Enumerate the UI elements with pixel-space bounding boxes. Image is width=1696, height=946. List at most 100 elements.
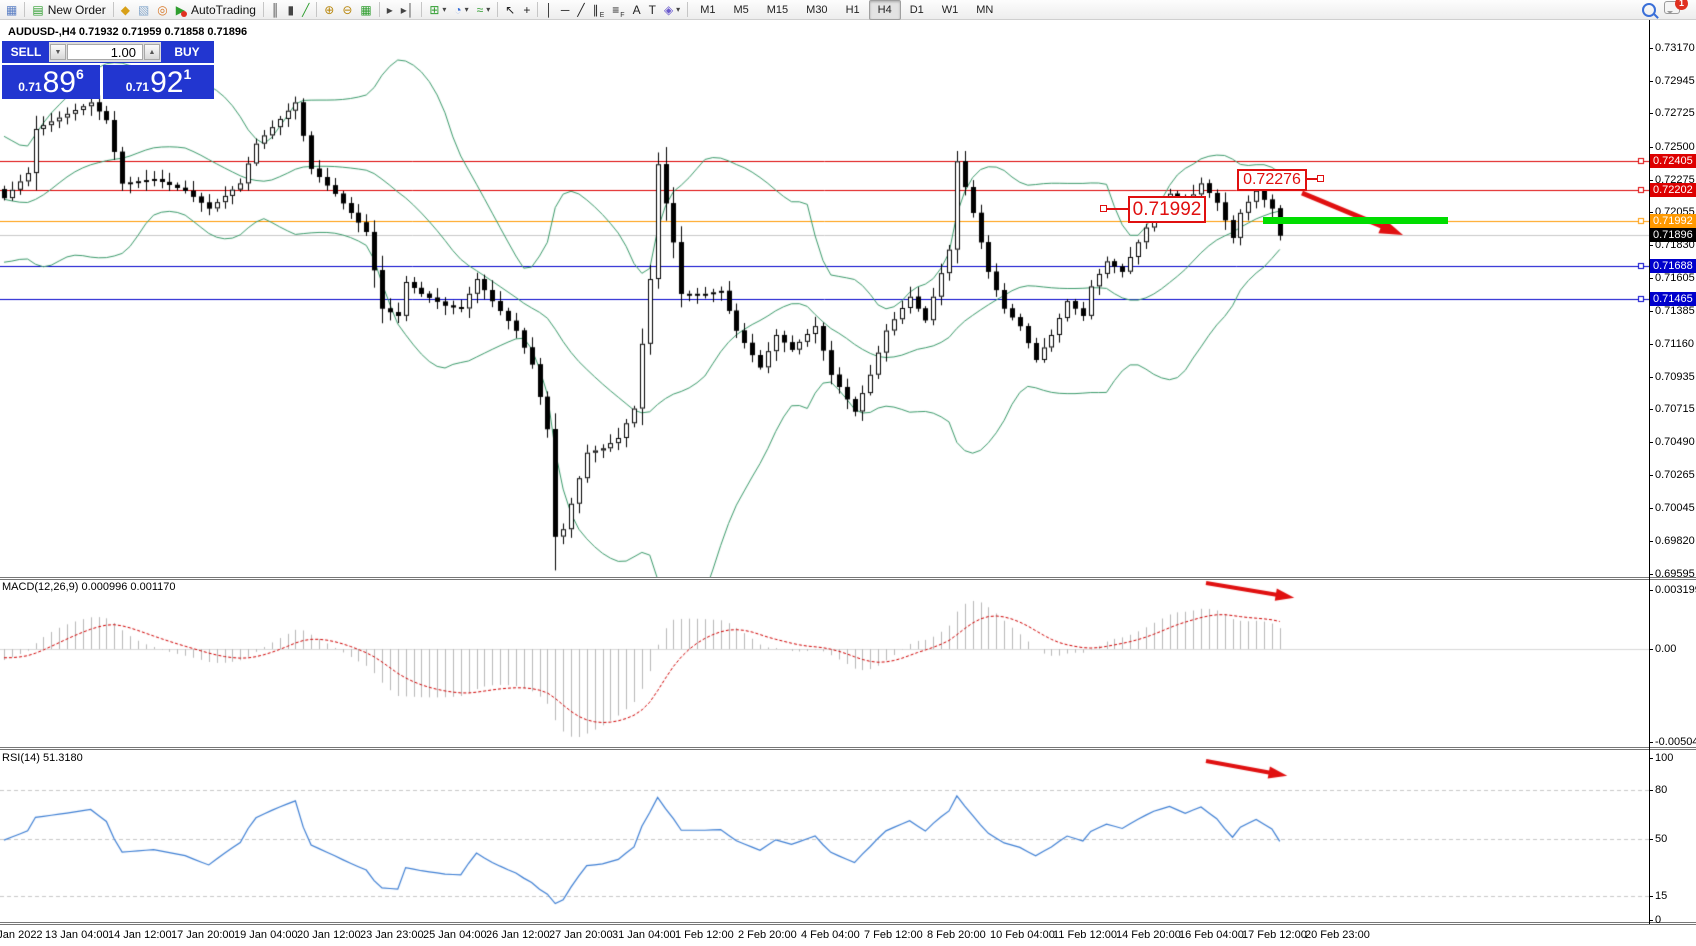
tf-m30-label: M30 — [801, 4, 832, 16]
tile-windows-button[interactable]: ▦ — [356, 0, 375, 20]
axis-tick — [1649, 920, 1653, 921]
profiles-icon: ▧ — [138, 4, 149, 16]
line-chart-button[interactable]: ╱ — [298, 0, 313, 20]
tf-m5[interactable]: M5 — [724, 0, 757, 20]
tf-h4[interactable]: H4 — [869, 0, 901, 20]
candlestick-chart-button[interactable]: ▮ — [283, 0, 298, 20]
toolbar-separator — [263, 2, 264, 17]
tf-m1[interactable]: M1 — [691, 0, 724, 20]
chart-shift-button[interactable]: ▸│ — [397, 0, 419, 20]
macd-panel-canvas[interactable] — [0, 580, 1649, 748]
vertical-line-button[interactable]: │ — [541, 0, 557, 20]
signals-button[interactable]: ◎ — [153, 0, 171, 20]
time-axis-label: 1 Feb 12:00 — [675, 929, 734, 941]
axis-tick — [1649, 442, 1653, 443]
axis-tick-label: 0.70935 — [1655, 371, 1695, 383]
arrows-shapes-caret: ▾ — [676, 5, 680, 14]
time-axis-label: 2 Feb 20:00 — [738, 929, 797, 941]
bar-chart-button[interactable]: ║ — [267, 0, 284, 20]
panel-separator[interactable] — [0, 579, 1696, 580]
sell-price-big: 89 — [43, 69, 76, 97]
trendline-button[interactable]: ╱ — [573, 0, 588, 20]
equidistant-channel-button[interactable]: ∥E — [589, 0, 609, 20]
toolbar-separator — [113, 2, 114, 17]
sell-price[interactable]: 0.71 89 6 — [2, 65, 100, 99]
volume-down-button[interactable]: ▼ — [50, 44, 66, 60]
text-button[interactable]: A — [629, 0, 645, 20]
time-axis-label: 25 Jan 04:00 — [423, 929, 487, 941]
period-selector-button[interactable]: ◔▾ — [450, 0, 472, 20]
panel-separator[interactable] — [0, 922, 1696, 923]
zoom-out-button[interactable]: ⊖ — [338, 0, 356, 20]
toolbar-separator — [379, 2, 380, 17]
time-axis-label: 7 Feb 12:00 — [864, 929, 923, 941]
axis-tick — [1649, 180, 1653, 181]
panel-separator[interactable] — [0, 577, 1696, 578]
tf-h4-label: H4 — [873, 4, 897, 16]
buy-button[interactable]: BUY — [161, 42, 213, 62]
autotrading-button[interactable]: ▶AutoTrading — [172, 0, 260, 20]
fibonacci-button[interactable]: ≡F — [608, 0, 628, 20]
axis-tick-label: -0.005049 — [1655, 736, 1696, 748]
price-annotation-71992[interactable]: 0.71992 — [1128, 196, 1206, 223]
tf-w1[interactable]: W1 — [933, 0, 968, 20]
tf-d1[interactable]: D1 — [901, 0, 933, 20]
axis-tick-label: 80 — [1655, 784, 1667, 796]
rsi-panel-canvas[interactable] — [0, 750, 1649, 922]
annotation-handle[interactable] — [1100, 205, 1107, 212]
text-icon: A — [633, 4, 641, 16]
profiles-button[interactable]: ▧ — [134, 0, 153, 20]
panel-separator[interactable] — [0, 747, 1696, 748]
panel-separator[interactable] — [0, 924, 1696, 925]
volume-input[interactable]: 1.00 — [67, 44, 143, 60]
axis-tick — [1649, 311, 1653, 312]
time-axis-label: 26 Jan 12:00 — [486, 929, 550, 941]
annotation-handle[interactable] — [1317, 175, 1324, 182]
sell-button[interactable]: SELL — [3, 42, 49, 62]
main-chart-canvas[interactable] — [0, 20, 1649, 578]
panel-separator[interactable] — [0, 749, 1696, 750]
tf-h1[interactable]: H1 — [837, 0, 869, 20]
text-label-button[interactable]: T — [645, 0, 660, 20]
chart-title: AUDUSD-,H4 0.71932 0.71959 0.71858 0.718… — [8, 26, 247, 38]
sell-price-pip: 6 — [76, 66, 84, 82]
fibonacci-icon: ≡ — [612, 4, 619, 16]
axis-tick-label: 0.71385 — [1655, 305, 1695, 317]
notification-badge: 1 — [1675, 0, 1688, 10]
buy-price[interactable]: 0.71 92 1 — [103, 65, 214, 99]
history-center-button[interactable]: ◆ — [117, 0, 134, 20]
templates-button[interactable]: ≈▾ — [473, 0, 495, 20]
zoom-in-button[interactable]: ⊕ — [320, 0, 338, 20]
tf-m15[interactable]: M15 — [758, 0, 797, 20]
autotrading-label: AutoTrading — [191, 3, 256, 17]
crosshair-button[interactable]: + — [519, 0, 534, 20]
axis-tick-label: 0.73170 — [1655, 42, 1695, 54]
time-axis-label: 27 Jan 20:00 — [549, 929, 613, 941]
chart-window-icon: ▦ — [6, 4, 17, 16]
period-selector-caret: ▾ — [465, 5, 469, 14]
horizontal-line-button[interactable]: ─ — [557, 0, 574, 20]
equidistant-channel-icon: ∥ — [593, 4, 599, 16]
auto-scroll-button[interactable]: ▸ — [383, 0, 397, 20]
cursor-button[interactable]: ↖ — [501, 0, 519, 20]
chart-window-button[interactable]: ▦ — [2, 0, 21, 20]
green-support-line[interactable] — [1263, 217, 1448, 224]
tf-m30[interactable]: M30 — [797, 0, 836, 20]
arrows-shapes-button[interactable]: ◈▾ — [660, 0, 684, 20]
one-click-trading-panel: SELL ▼ 1.00 ▲ BUY 0.71 89 6 0.71 92 1 — [2, 41, 214, 99]
axis-tick — [1649, 81, 1653, 82]
chat-button[interactable]: 1 — [1660, 0, 1684, 20]
axis-tick — [1649, 541, 1653, 542]
tf-mn[interactable]: MN — [967, 0, 1002, 20]
axis-tick-label: 50 — [1655, 833, 1667, 845]
volume-up-button[interactable]: ▲ — [144, 44, 160, 60]
time-axis-label: 16 Feb 04:00 — [1179, 929, 1244, 941]
zoom-in-icon: ⊕ — [324, 4, 334, 16]
new-chart-button[interactable]: ⊞▾ — [425, 0, 450, 20]
search-button[interactable] — [1638, 0, 1660, 20]
price-annotation-72276[interactable]: 0.72276 — [1237, 169, 1307, 191]
axis-tick-label: 0.70490 — [1655, 436, 1695, 448]
new-order-button[interactable]: ▤New Order — [28, 0, 109, 20]
tile-windows-icon: ▦ — [360, 4, 371, 16]
axis-tick-label: 0.69595 — [1655, 568, 1695, 580]
